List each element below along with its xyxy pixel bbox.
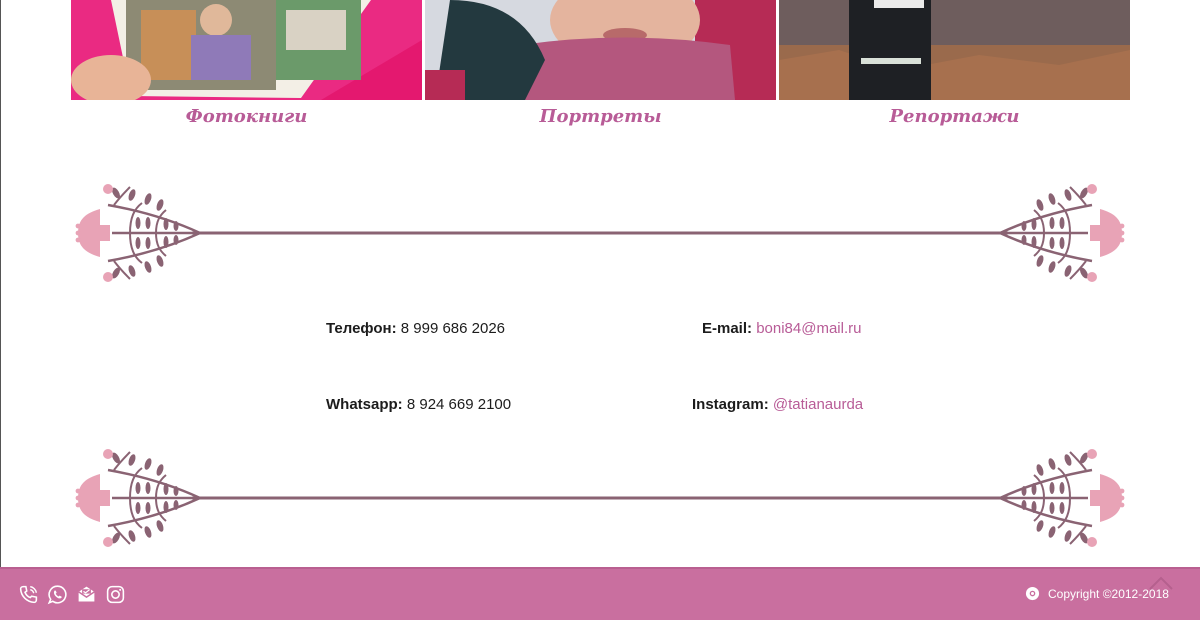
scroll-to-top-icon[interactable] [1146,571,1176,595]
mail-icon[interactable] [76,584,97,605]
footer: Copyright ©2012-2018 [0,567,1200,620]
reportage-photo [779,0,1130,100]
whatsapp-value[interactable]: 8 924 669 2100 [407,396,511,413]
contact-instagram: Instagram: @tatianaurda [692,396,863,413]
instagram-icon[interactable] [105,584,126,605]
caption-reportage[interactable]: Репортажи [779,106,1130,127]
contact-email: E-mail: boni84@mail.ru [702,320,861,337]
caption-portraits[interactable]: Портреты [425,106,776,127]
phone-value[interactable]: 8 999 686 2026 [401,320,505,337]
footer-social-icons [18,584,126,605]
portrait-tile[interactable] [425,0,776,100]
phone-label: Телефон: [326,320,397,337]
email-link[interactable]: boni84@mail.ru [756,320,861,337]
photobook-tile[interactable] [71,0,422,100]
instagram-label: Instagram: [692,396,769,413]
portrait-photo [425,0,776,100]
instagram-link[interactable]: @tatianaurda [773,396,863,413]
phone-icon[interactable] [18,584,39,605]
gallery [71,0,1130,100]
whatsapp-icon[interactable] [47,584,68,605]
ornament-divider-bottom [74,448,1126,548]
reportage-tile[interactable] [779,0,1130,100]
ornament-divider-top [74,183,1126,283]
contact-whatsapp: Whatsapp: 8 924 669 2100 [326,396,511,413]
photobook-photo [71,0,422,100]
whatsapp-label: Whatsapp: [326,396,403,413]
page-left-border [0,0,1,567]
caption-photobooks[interactable]: Фотокниги [71,106,422,127]
gallery-captions: Фотокниги Портреты Репортажи [71,106,1130,127]
copyright-logo-icon [1025,586,1040,601]
contact-phone: Телефон: 8 999 686 2026 [326,320,505,337]
email-label: E-mail: [702,320,753,337]
